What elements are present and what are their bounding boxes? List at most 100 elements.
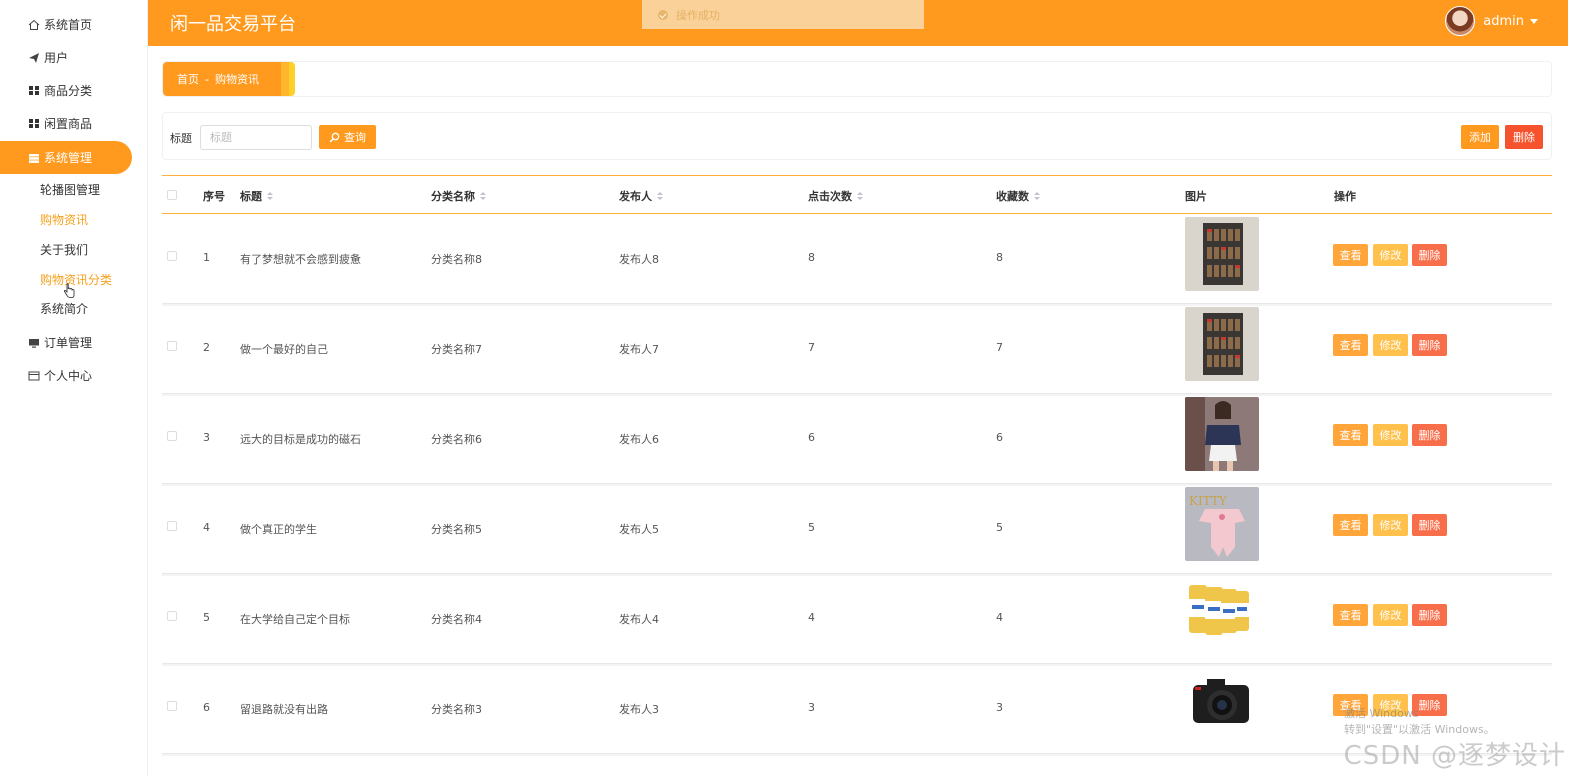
submenu-news-category[interactable]: 购物资讯分类: [40, 271, 112, 289]
sidebar-item-profile[interactable]: 个人中心: [0, 359, 132, 392]
delete-button[interactable]: 删除: [1412, 424, 1447, 446]
delete-button[interactable]: 删除: [1412, 514, 1447, 536]
header-favorites[interactable]: 收藏数: [996, 188, 1040, 204]
cell-title: 做个真正的学生: [240, 523, 317, 536]
product-thumbnail[interactable]: [1185, 577, 1259, 651]
success-toast: 操作成功: [642, 0, 924, 29]
query-button[interactable]: 查询: [319, 125, 376, 149]
cell-index: 1: [203, 251, 210, 264]
sidebar: 系统首页 用户 商品分类 闲置商品 系统管理 轮播图管理 购物资讯 关于我们 购…: [0, 0, 148, 776]
header-publisher[interactable]: 发布人: [619, 188, 663, 204]
cell-category: 分类名称8: [431, 253, 482, 266]
sidebar-item-label: 订单管理: [44, 336, 93, 350]
header-clicks[interactable]: 点击次数: [808, 188, 863, 204]
cell-index: 2: [203, 341, 210, 354]
table-row: 4 做个真正的学生 分类名称5 发布人5 5 5 KITTY 查看 修改 删除: [162, 484, 1552, 574]
sidebar-item-home[interactable]: 系统首页: [0, 8, 132, 41]
edit-button[interactable]: 修改: [1373, 604, 1408, 626]
cell-clicks: 4: [808, 611, 815, 624]
cell-index: 4: [203, 521, 210, 534]
table-row: 1 有了梦想就不会感到疲惫 分类名称8 发布人8 8 8 查看 修改 删除: [162, 214, 1552, 304]
submenu-shopping-news[interactable]: 购物资讯: [40, 211, 88, 229]
news-table: 序号 标题 分类名称 发布人 点击次数 收藏数 图片 操作 1 有了梦想就不会感…: [162, 175, 1552, 754]
paper-plane-icon: [28, 52, 40, 64]
cell-publisher: 发布人8: [619, 253, 659, 266]
user-menu[interactable]: admin: [1445, 6, 1538, 36]
product-thumbnail[interactable]: KITTY: [1185, 487, 1259, 561]
cell-favorites: 7: [996, 341, 1003, 354]
delete-button[interactable]: 删除: [1412, 244, 1447, 266]
product-thumbnail[interactable]: [1185, 307, 1259, 381]
edit-button[interactable]: 修改: [1373, 244, 1408, 266]
sidebar-item-idle-goods[interactable]: 闲置商品: [0, 107, 132, 140]
title-filter-label: 标题: [170, 132, 192, 145]
product-thumbnail[interactable]: [1185, 217, 1259, 291]
cell-favorites: 4: [996, 611, 1003, 624]
delete-button[interactable]: 删除: [1412, 604, 1447, 626]
product-thumbnail[interactable]: [1185, 667, 1259, 741]
header-title[interactable]: 标题: [240, 188, 273, 204]
header-index: 序号: [203, 190, 225, 203]
card-icon: [28, 370, 40, 382]
cell-index: 5: [203, 611, 210, 624]
edit-button[interactable]: 修改: [1373, 514, 1408, 536]
row-checkbox[interactable]: [167, 701, 177, 711]
breadcrumb-separator: -: [205, 72, 209, 86]
query-button-label: 查询: [344, 131, 366, 144]
top-header: 闲一品交易平台 操作成功 admin: [148, 0, 1568, 46]
cell-clicks: 6: [808, 431, 815, 444]
select-all-checkbox[interactable]: [167, 190, 177, 200]
sidebar-item-system-management[interactable]: 系统管理: [0, 141, 132, 174]
cell-title: 留退路就没有出路: [240, 703, 328, 716]
sidebar-item-users[interactable]: 用户: [0, 41, 132, 74]
svg-text:KITTY: KITTY: [1189, 494, 1228, 508]
sort-icon: [657, 192, 663, 200]
view-button[interactable]: 查看: [1333, 424, 1368, 446]
submenu-system-intro[interactable]: 系统简介: [40, 300, 88, 318]
batch-delete-button[interactable]: 删除: [1505, 125, 1543, 149]
watermark: CSDN @逐梦设计: [1343, 741, 1566, 771]
view-button[interactable]: 查看: [1333, 604, 1368, 626]
monitor-icon: [28, 337, 40, 349]
view-button[interactable]: 查看: [1333, 334, 1368, 356]
delete-button[interactable]: 删除: [1412, 334, 1447, 356]
home-icon: [28, 19, 40, 31]
windows-activation-notice: 激活 Windows 转到"设置"以激活 Windows。: [1344, 707, 1495, 736]
cell-clicks: 5: [808, 521, 815, 534]
row-checkbox[interactable]: [167, 251, 177, 261]
row-checkbox[interactable]: [167, 431, 177, 441]
cell-category: 分类名称6: [431, 433, 482, 446]
sort-icon: [857, 192, 863, 200]
sidebar-item-orders[interactable]: 订单管理: [0, 326, 132, 359]
submenu-carousel[interactable]: 轮播图管理: [40, 181, 100, 199]
sidebar-item-label: 系统管理: [44, 151, 93, 165]
submenu-about-us[interactable]: 关于我们: [40, 241, 88, 259]
add-button[interactable]: 添加: [1461, 125, 1499, 149]
cell-clicks: 7: [808, 341, 815, 354]
breadcrumb-home[interactable]: 首页: [177, 71, 199, 87]
header-image: 图片: [1185, 190, 1207, 203]
sort-icon: [480, 192, 486, 200]
sidebar-item-categories[interactable]: 商品分类: [0, 74, 132, 107]
table-row: 5 在大学给自己定个目标 分类名称4 发布人4 4 4 查看 修改 删除: [162, 574, 1552, 664]
table-header: 序号 标题 分类名称 发布人 点击次数 收藏数 图片 操作: [162, 175, 1552, 214]
breadcrumb: 首页 - 购物资讯: [163, 62, 283, 96]
row-checkbox[interactable]: [167, 341, 177, 351]
sidebar-item-label: 用户: [44, 51, 69, 65]
view-button[interactable]: 查看: [1333, 514, 1368, 536]
title-search-input[interactable]: [200, 125, 312, 150]
sidebar-item-label: 商品分类: [44, 84, 93, 98]
view-button[interactable]: 查看: [1333, 244, 1368, 266]
edit-button[interactable]: 修改: [1373, 424, 1408, 446]
edit-button[interactable]: 修改: [1373, 334, 1408, 356]
product-thumbnail[interactable]: [1185, 397, 1259, 471]
cell-favorites: 3: [996, 701, 1003, 714]
hand-cursor-icon: [63, 283, 75, 298]
header-category[interactable]: 分类名称: [431, 188, 486, 204]
cell-category: 分类名称4: [431, 613, 482, 626]
row-checkbox[interactable]: [167, 611, 177, 621]
cell-title: 有了梦想就不会感到疲惫: [240, 253, 361, 266]
cell-publisher: 发布人6: [619, 433, 659, 446]
row-checkbox[interactable]: [167, 521, 177, 531]
cell-index: 3: [203, 431, 210, 444]
